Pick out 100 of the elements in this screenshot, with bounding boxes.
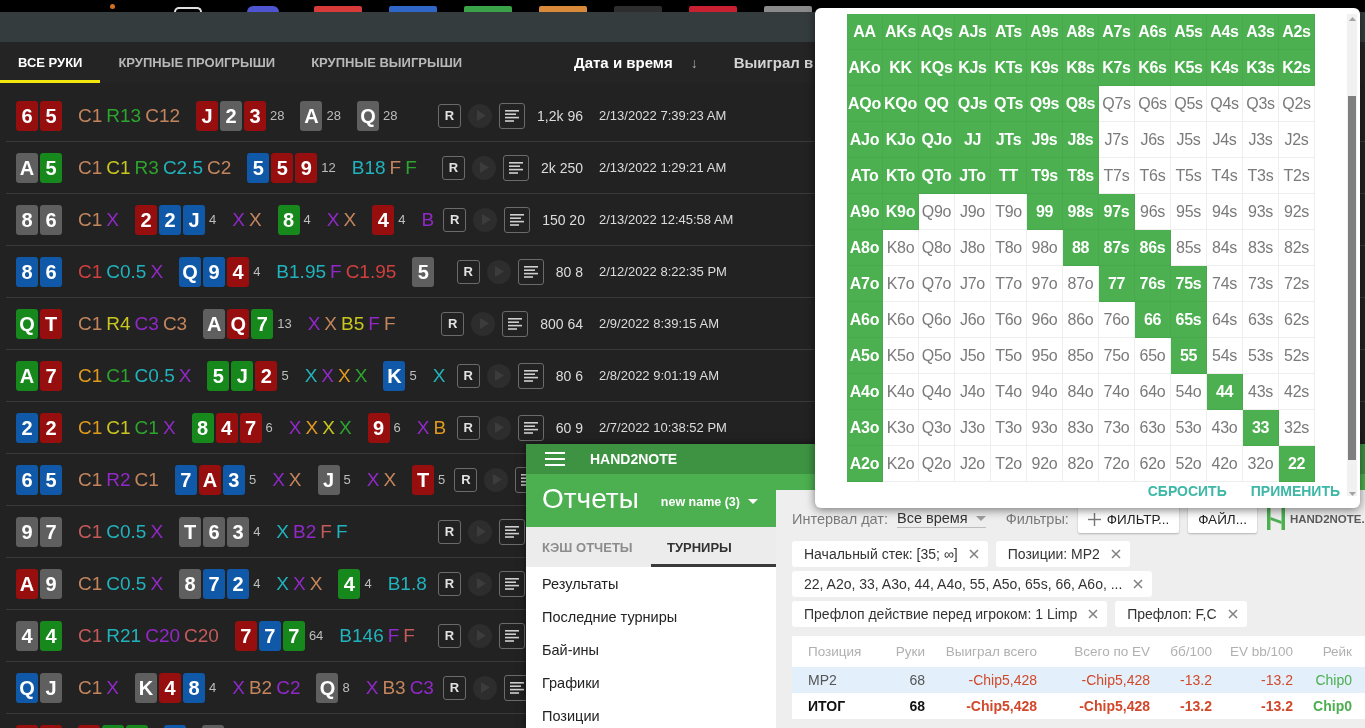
notes-button[interactable] bbox=[504, 206, 531, 233]
report-dropdown[interactable]: new name (3) bbox=[660, 494, 758, 509]
range-cell[interactable]: J8o bbox=[955, 230, 991, 266]
filter-chip[interactable]: 22, A2o, 33, A3o, 44, A4o, 55, A5o, 65s, 66, A6o, ... bbox=[792, 571, 1153, 597]
column-header[interactable]: Дата и время bbox=[574, 54, 673, 71]
notes-button[interactable] bbox=[502, 154, 529, 181]
range-cell[interactable]: 83o bbox=[1063, 410, 1099, 446]
range-cell[interactable]: 84o bbox=[1063, 374, 1099, 410]
range-cell[interactable]: 72s bbox=[1279, 266, 1315, 302]
replay-button[interactable]: R bbox=[442, 675, 466, 700]
range-cell[interactable]: K3s bbox=[1243, 50, 1279, 86]
range-cell[interactable]: 44 bbox=[1207, 374, 1243, 410]
range-cell[interactable]: J5s bbox=[1171, 122, 1207, 158]
range-cell[interactable]: A8s bbox=[1063, 14, 1099, 50]
column-header[interactable]: бб/100 bbox=[1150, 644, 1212, 659]
notes-button[interactable] bbox=[517, 414, 544, 441]
tab[interactable]: КЭШ ОТЧЕТЫ bbox=[526, 527, 651, 567]
range-cell[interactable]: A5o bbox=[847, 338, 883, 374]
range-cell[interactable]: KTo bbox=[883, 158, 919, 194]
range-cell[interactable]: KTs bbox=[991, 50, 1027, 86]
range-cell[interactable]: T9s bbox=[1027, 158, 1063, 194]
range-cell[interactable]: 75s bbox=[1171, 266, 1207, 302]
range-cell[interactable]: 97s bbox=[1099, 194, 1135, 230]
replay-button[interactable]: R bbox=[443, 207, 467, 232]
sidebar-item[interactable]: Результаты bbox=[526, 567, 776, 600]
range-cell[interactable]: 73o bbox=[1099, 410, 1135, 446]
range-cell[interactable]: T3s bbox=[1243, 158, 1279, 194]
range-cell[interactable]: A2o bbox=[847, 446, 883, 482]
range-cell[interactable]: AKo bbox=[847, 50, 883, 86]
range-cell[interactable]: 93s bbox=[1243, 194, 1279, 230]
range-cell[interactable]: KK bbox=[883, 50, 919, 86]
sidebar-item[interactable]: Позиции bbox=[526, 699, 776, 728]
range-cell[interactable]: 52o bbox=[1171, 446, 1207, 482]
range-cell[interactable]: 75o bbox=[1099, 338, 1135, 374]
range-cell[interactable]: 97o bbox=[1027, 266, 1063, 302]
range-cell[interactable]: AJo bbox=[847, 122, 883, 158]
range-cell[interactable]: J5o bbox=[955, 338, 991, 374]
range-cell[interactable]: K4s bbox=[1207, 50, 1243, 86]
range-cell[interactable]: T7o bbox=[991, 266, 1027, 302]
column-header[interactable]: Позиция bbox=[808, 644, 868, 659]
range-cell[interactable]: Q2o bbox=[919, 446, 955, 482]
range-cell[interactable]: KQo bbox=[883, 86, 919, 122]
column-header[interactable]: Выиграл в bbox=[733, 54, 814, 71]
range-cell[interactable]: QJs bbox=[955, 86, 991, 122]
range-cell[interactable]: K5o bbox=[883, 338, 919, 374]
menu-icon[interactable] bbox=[545, 452, 565, 466]
range-cell[interactable]: AKs bbox=[883, 14, 919, 50]
replay-button[interactable]: R bbox=[456, 415, 480, 440]
range-cell[interactable]: Q6s bbox=[1135, 86, 1171, 122]
range-cell[interactable]: Q3o bbox=[919, 410, 955, 446]
range-cell[interactable]: K2o bbox=[883, 446, 919, 482]
replay-button[interactable]: R bbox=[441, 155, 465, 180]
range-cell[interactable]: A3o bbox=[847, 410, 883, 446]
range-cell[interactable]: A5s bbox=[1171, 14, 1207, 50]
range-cell[interactable]: A9o bbox=[847, 194, 883, 230]
range-cell[interactable]: 66 bbox=[1135, 302, 1171, 338]
close-icon[interactable] bbox=[968, 549, 979, 559]
replay-button[interactable]: R bbox=[454, 467, 478, 492]
range-cell[interactable]: J3o bbox=[955, 410, 991, 446]
range-cell[interactable]: J7o bbox=[955, 266, 991, 302]
range-cell[interactable]: AA bbox=[847, 14, 883, 50]
range-cell[interactable]: Q7o bbox=[919, 266, 955, 302]
range-cell[interactable]: T6o bbox=[991, 302, 1027, 338]
range-cell[interactable]: 98s bbox=[1063, 194, 1099, 230]
notes-button[interactable] bbox=[517, 258, 544, 285]
range-cell[interactable]: J8s bbox=[1063, 122, 1099, 158]
range-cell[interactable]: Q5o bbox=[919, 338, 955, 374]
dialog-button[interactable]: ПРИМЕНИТЬ bbox=[1250, 483, 1340, 499]
column-header[interactable]: Выиграл всего bbox=[925, 644, 1037, 659]
range-cell[interactable]: T5s bbox=[1171, 158, 1207, 194]
range-cell[interactable]: 87s bbox=[1099, 230, 1135, 266]
range-cell[interactable]: T8o bbox=[991, 230, 1027, 266]
range-cell[interactable]: 95s bbox=[1171, 194, 1207, 230]
tab[interactable]: ВСЕ РУКИ bbox=[0, 42, 101, 83]
range-cell[interactable]: A6o bbox=[847, 302, 883, 338]
range-cell[interactable]: A4s bbox=[1207, 14, 1243, 50]
range-cell[interactable]: J2o bbox=[955, 446, 991, 482]
replay-button[interactable]: R bbox=[441, 311, 465, 336]
range-cell[interactable]: 72o bbox=[1099, 446, 1135, 482]
replay-button[interactable]: R bbox=[456, 259, 480, 284]
range-cell[interactable]: T6s bbox=[1135, 158, 1171, 194]
range-cell[interactable]: TT bbox=[991, 158, 1027, 194]
range-cell[interactable]: Q9o bbox=[919, 194, 955, 230]
range-cell[interactable]: KQs bbox=[919, 50, 955, 86]
range-cell[interactable]: K6s bbox=[1135, 50, 1171, 86]
range-cell[interactable]: J9o bbox=[955, 194, 991, 230]
range-cell[interactable]: T3o bbox=[991, 410, 1027, 446]
range-cell[interactable]: 63s bbox=[1243, 302, 1279, 338]
range-cell[interactable]: QQ bbox=[919, 86, 955, 122]
range-cell[interactable]: Q8s bbox=[1063, 86, 1099, 122]
column-header[interactable]: Всего по EV bbox=[1037, 644, 1150, 659]
range-cell[interactable]: T5o bbox=[991, 338, 1027, 374]
close-icon[interactable] bbox=[1227, 609, 1238, 619]
range-cell[interactable]: KJs bbox=[955, 50, 991, 86]
range-cell[interactable]: Q2s bbox=[1279, 86, 1315, 122]
range-cell[interactable]: A9s bbox=[1027, 14, 1063, 50]
range-cell[interactable]: 62o bbox=[1135, 446, 1171, 482]
range-cell[interactable]: 64s bbox=[1207, 302, 1243, 338]
range-cell[interactable]: 42o bbox=[1207, 446, 1243, 482]
range-cell[interactable]: 76s bbox=[1135, 266, 1171, 302]
